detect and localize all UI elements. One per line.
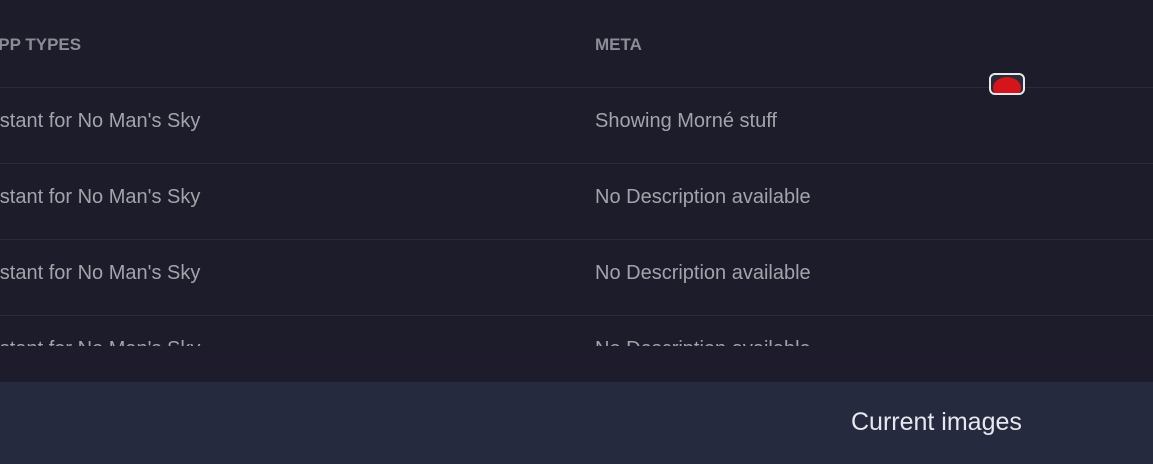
remove-image-button[interactable] [989, 73, 1025, 95]
cell-app-type: Assistant for No Man's Sky [0, 110, 201, 132]
section-divider [0, 346, 1153, 382]
panel-title: Current images [851, 408, 1022, 436]
table-row[interactable]: Assistant for No Man's Sky Showing Morné… [0, 88, 1153, 164]
cell-meta: Showing Morné stuff [595, 110, 777, 132]
cell-meta: No Description available [595, 338, 811, 346]
cell-app-type: Assistant for No Man's Sky [0, 338, 200, 346]
table-row[interactable]: Assistant for No Man's Sky No Descriptio… [0, 164, 1153, 240]
column-header-meta[interactable]: META [595, 35, 642, 55]
table-row[interactable]: Assistant for No Man's Sky No Descriptio… [0, 316, 1153, 346]
current-images-panel: Current images [0, 382, 1153, 464]
table-header-row: APP TYPES META [0, 0, 1153, 88]
apps-table: APP TYPES META Assistant for No Man's Sk… [0, 0, 1153, 346]
column-header-app-types[interactable]: APP TYPES [0, 35, 81, 55]
cell-meta: No Description available [595, 262, 811, 284]
cell-meta: No Description available [595, 186, 811, 208]
cell-app-type: Assistant for No Man's Sky [0, 186, 201, 208]
table-row[interactable]: Assistant for No Man's Sky No Descriptio… [0, 240, 1153, 316]
red-circle-icon [993, 77, 1021, 93]
cell-app-type: Assistant for No Man's Sky [0, 262, 201, 284]
